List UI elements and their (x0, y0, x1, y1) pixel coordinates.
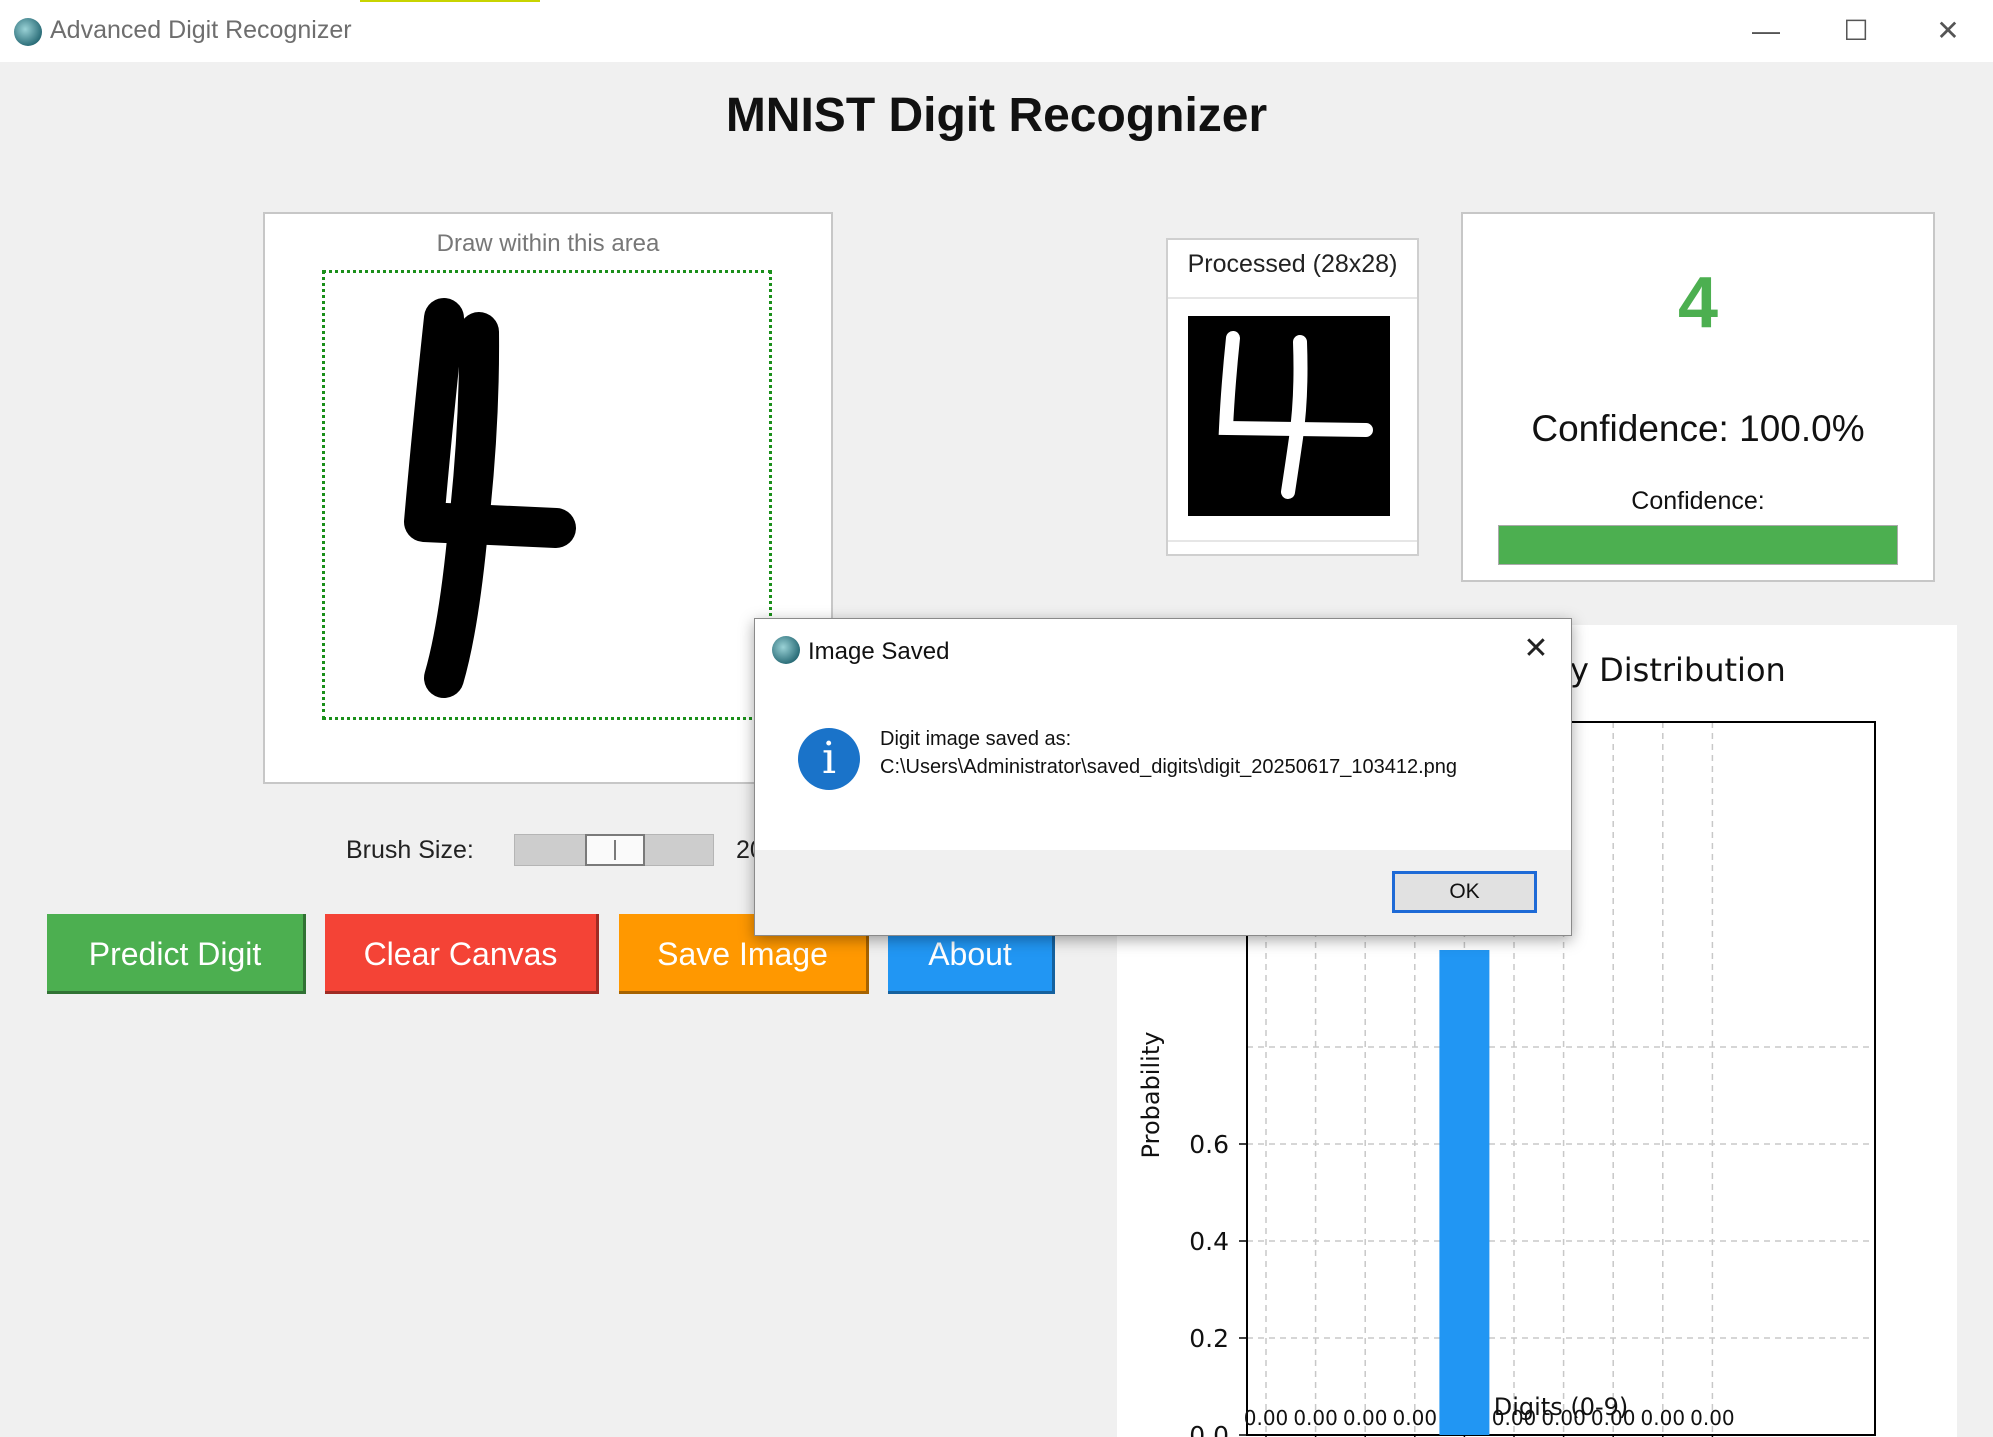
dialog-app-icon (772, 636, 800, 664)
y-tick-label: 0.6 (1189, 1130, 1229, 1159)
clear-canvas-button[interactable]: Clear Canvas (325, 914, 599, 994)
maximize-button[interactable]: ☐ (1826, 10, 1886, 52)
y-tick-label: 0.0 (1189, 1421, 1229, 1437)
brush-slider-thumb[interactable] (585, 834, 645, 866)
processed-divider (1168, 297, 1417, 299)
processed-digit-strokes (1218, 331, 1373, 499)
chart-title: y Distribution (1570, 651, 1786, 689)
dialog-message-heading: Digit image saved as: (880, 728, 1072, 750)
ok-button[interactable]: OK (1392, 871, 1537, 913)
bar-digit-4 (1439, 950, 1490, 1435)
y-axis-label: Probability (1137, 1032, 1165, 1159)
close-window-button[interactable]: ✕ (1918, 10, 1978, 52)
minimize-button[interactable]: — (1736, 10, 1796, 52)
bar-value-label: 0.00 (1343, 1406, 1388, 1430)
processed-digit-image (1188, 316, 1390, 516)
page-title: MNIST Digit Recognizer (725, 89, 1268, 142)
processed-label: Processed (28x28) (1187, 250, 1398, 278)
brush-size-label: Brush Size: (346, 836, 474, 864)
window-title: Advanced Digit Recognizer (50, 16, 352, 44)
bar-value-label: 0.00 (1393, 1406, 1438, 1430)
confidence-bar-fill (1499, 526, 1897, 564)
info-icon: i (798, 728, 860, 790)
dialog-message-path: C:\Users\Administrator\saved_digits\digi… (880, 756, 1458, 778)
bar-value-label: 0.00 (1690, 1406, 1735, 1430)
drawn-digit-strokes (404, 298, 576, 698)
titlebar-accent (360, 0, 540, 2)
predict-digit-button[interactable]: Predict Digit (47, 914, 306, 994)
predicted-digit: 4 (1677, 263, 1719, 343)
app-icon (14, 18, 42, 46)
y-tick-label: 0.2 (1189, 1324, 1229, 1353)
canvas-hint: Draw within this area (436, 230, 660, 257)
bar-value-label: 0.00 (1641, 1406, 1686, 1430)
x-axis-label: Digits (0-9) (1494, 1393, 1629, 1421)
processed-divider-bottom (1168, 540, 1417, 542)
confidence-caption: Confidence: (1631, 487, 1765, 515)
y-tick-label: 0.4 (1189, 1227, 1229, 1256)
bar-value-label: 0.00 (1244, 1406, 1289, 1430)
dialog-title: Image Saved (808, 638, 950, 665)
bar-value-label: 0.00 (1293, 1406, 1338, 1430)
dialog-close-button[interactable]: ✕ (1515, 628, 1557, 670)
confidence-text: Confidence: 100.0% (1531, 408, 1865, 449)
